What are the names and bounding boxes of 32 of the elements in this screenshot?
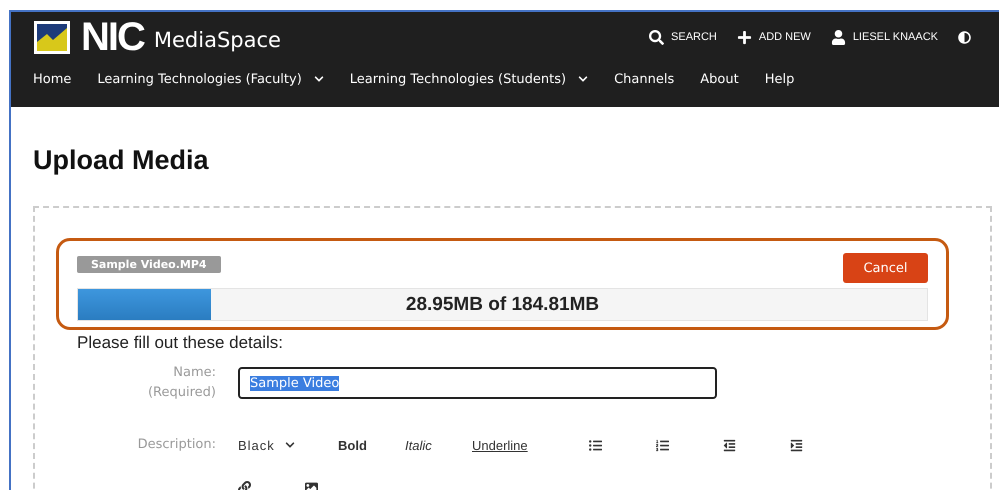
chevron-down-icon [284, 440, 295, 450]
name-value: Sample Video [250, 376, 340, 390]
contrast-icon [958, 30, 971, 44]
product-name: MediaSpace [154, 28, 281, 52]
file-name-tag: Sample Video.MP4 [77, 256, 221, 273]
user-icon [830, 30, 846, 44]
brand-name: NIC [81, 14, 144, 60]
description-label: Description: [136, 436, 216, 454]
nav-link[interactable]: Channels [614, 72, 674, 86]
nav-link[interactable]: Learning Technologies (Faculty) [97, 72, 324, 86]
form-heading: Please fill out these details: [77, 333, 284, 353]
required-note: (Required) [146, 384, 216, 402]
search-button[interactable]: SEARCH [649, 30, 717, 44]
bold-button[interactable]: Bold [338, 435, 405, 455]
name-label: Name: [172, 364, 216, 382]
nav-link[interactable]: Help [764, 72, 794, 86]
logo-icon [33, 20, 71, 54]
progress-text: 28.95MB of 184.81MB [404, 294, 600, 316]
cancel-button[interactable]: Cancel [843, 253, 928, 283]
user-menu[interactable]: LIESEL KNAACK [830, 30, 938, 44]
nav-link[interactable]: Home [33, 72, 72, 86]
color-select[interactable]: Black [238, 435, 338, 455]
page-title: Upload Media [33, 145, 210, 176]
nav-link[interactable]: Learning Technologies (Students) [350, 72, 588, 86]
italic-button[interactable]: Italic [405, 435, 472, 455]
underline-button[interactable]: Underline [472, 435, 589, 455]
add-new-button[interactable]: ADD NEW [736, 30, 811, 44]
name-field[interactable]: Sample Video [238, 367, 717, 399]
nav-link[interactable]: About [700, 72, 739, 86]
search-icon [649, 30, 664, 44]
contrast-button[interactable] [958, 30, 971, 44]
plus-icon [736, 30, 752, 44]
